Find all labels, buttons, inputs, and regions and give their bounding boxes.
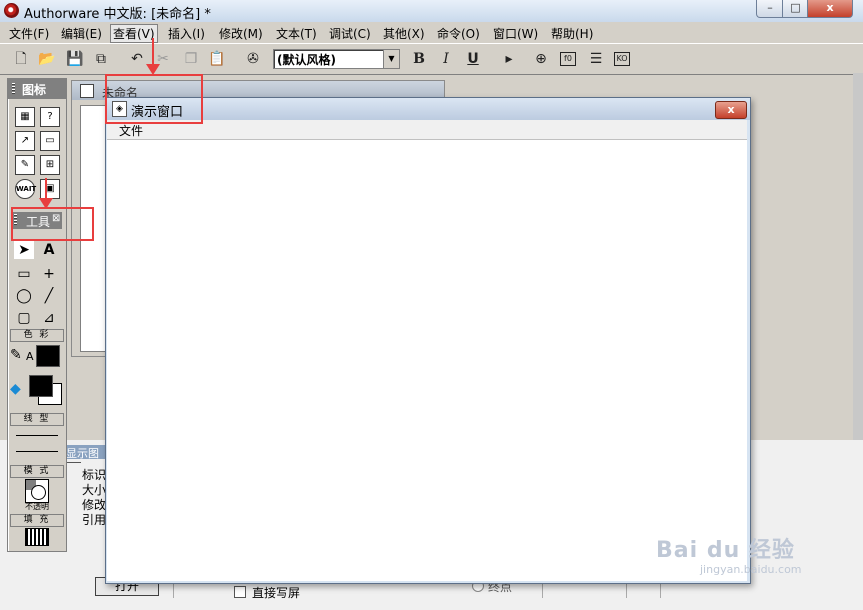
baidu-watermark-url: jingyan.baidu.com [700,563,802,576]
annotation-arrow-view-head [146,64,160,75]
annotation-arrow-tools-head [39,198,53,209]
baidu-watermark: Bai du 经验 [656,538,795,563]
annotation-arrows [39,38,160,209]
